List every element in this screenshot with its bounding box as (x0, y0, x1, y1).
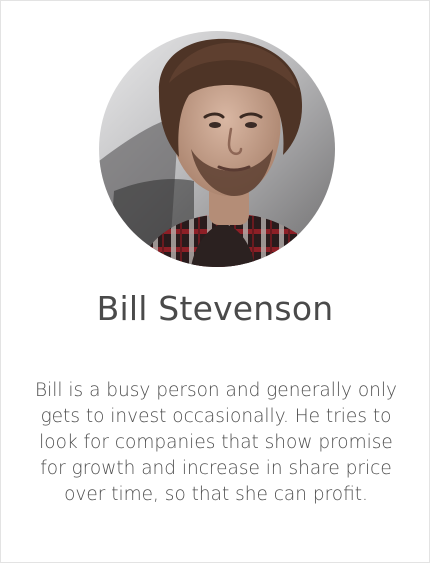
avatar-photo (99, 31, 335, 267)
profile-name: Bill Stevenson (96, 289, 334, 328)
profile-bio: Bill is a busy person and generally only… (35, 380, 397, 505)
avatar (99, 31, 335, 267)
profile-card: Bill Stevenson Bill is a busy person and… (0, 0, 430, 563)
